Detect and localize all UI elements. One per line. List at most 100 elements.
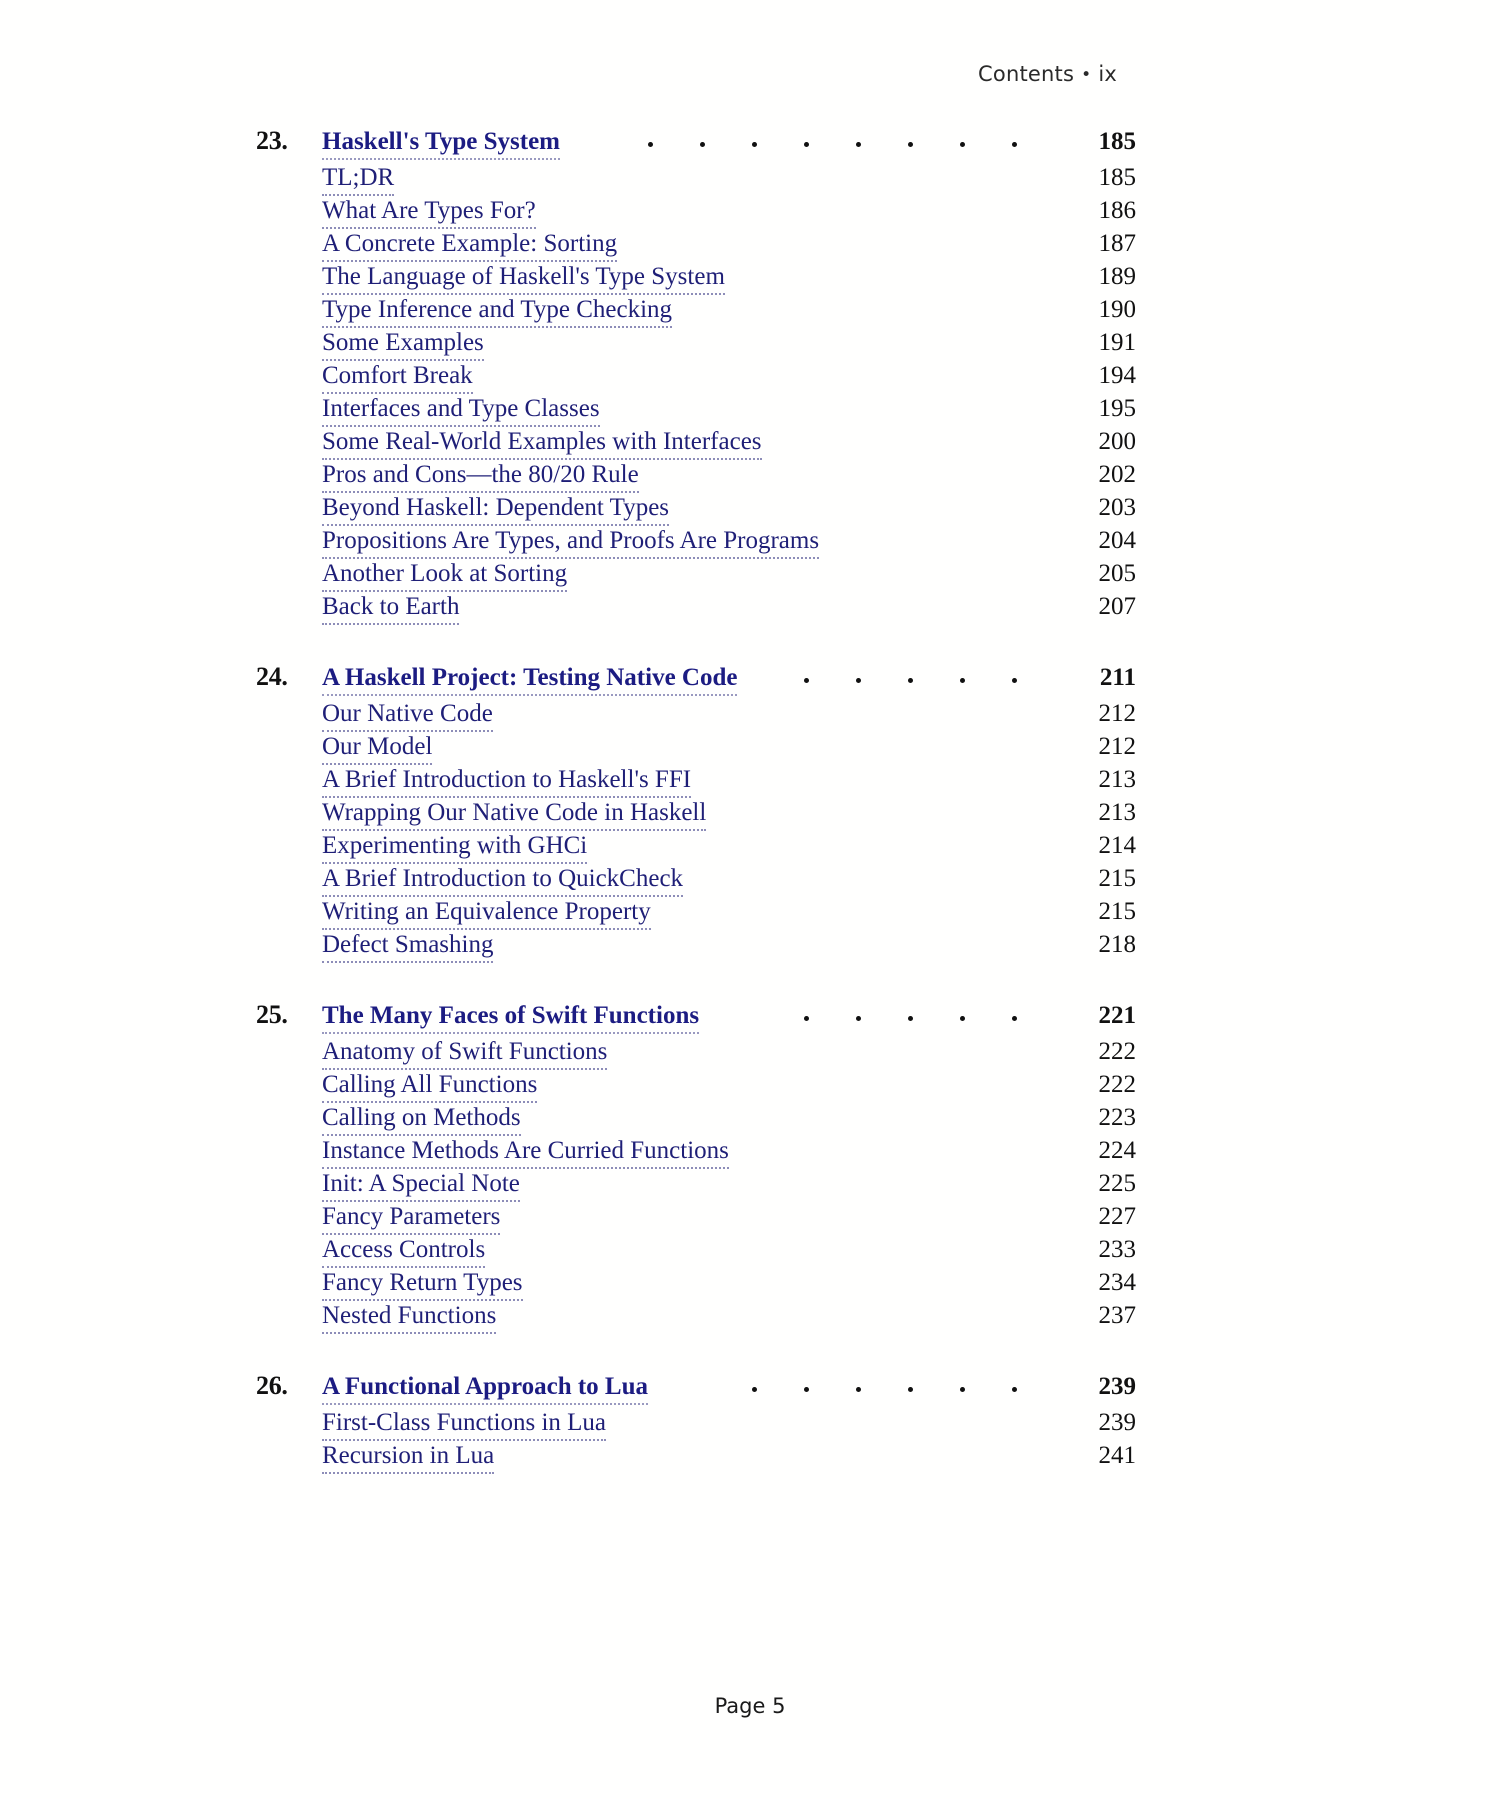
- toc-section-row[interactable]: Access Controls 233: [256, 1236, 1136, 1269]
- chapter-title-link[interactable]: Haskell's Type System: [322, 129, 560, 160]
- chapter-title-link[interactable]: The Many Faces of Swift Functions: [322, 1003, 700, 1034]
- section-title-link[interactable]: Calling All Functions: [322, 1072, 538, 1103]
- section-page-number: 215: [1098, 898, 1137, 925]
- chapter-number: 25.: [256, 1000, 288, 1029]
- section-page-number: 189: [1098, 263, 1137, 290]
- section-title-link[interactable]: Our Model: [322, 734, 433, 765]
- toc-section-row[interactable]: Init: A Special Note 225: [256, 1170, 1136, 1203]
- toc-section-row[interactable]: Another Look at Sorting 205: [256, 560, 1136, 593]
- section-page-number: 222: [1098, 1071, 1137, 1098]
- section-page-number: 185: [1098, 164, 1137, 191]
- toc-section-row[interactable]: First-Class Functions in Lua 239: [256, 1409, 1136, 1442]
- toc-section-row[interactable]: Type Inference and Type Checking 190: [256, 296, 1136, 329]
- section-title-link[interactable]: Fancy Parameters: [322, 1204, 501, 1235]
- toc-chapter-row[interactable]: 26. A Functional Approach to Lua 239: [256, 1371, 1136, 1409]
- toc-section-row[interactable]: A Concrete Example: Sorting 187: [256, 230, 1136, 263]
- section-title-link[interactable]: Access Controls: [322, 1237, 486, 1268]
- section-title-link[interactable]: Another Look at Sorting: [322, 561, 568, 592]
- section-title-link[interactable]: Fancy Return Types: [322, 1270, 523, 1301]
- section-title-link[interactable]: TL;DR: [322, 165, 395, 196]
- section-title-link[interactable]: A Brief Introduction to Haskell's FFI: [322, 767, 692, 798]
- section-title-link[interactable]: Type Inference and Type Checking: [322, 297, 673, 328]
- section-title-link[interactable]: First-Class Functions in Lua: [322, 1410, 607, 1441]
- chapter-title-link[interactable]: A Haskell Project: Testing Native Code: [322, 665, 738, 696]
- chapter-page-number: 185: [1098, 128, 1137, 155]
- section-page-number: 195: [1098, 395, 1137, 422]
- toc-section-row[interactable]: A Brief Introduction to QuickCheck 215: [256, 865, 1136, 898]
- toc-section-row[interactable]: Fancy Parameters 227: [256, 1203, 1136, 1236]
- section-title-link[interactable]: Propositions Are Types, and Proofs Are P…: [322, 528, 820, 559]
- section-page-number: 191: [1098, 329, 1137, 356]
- section-title-link[interactable]: Comfort Break: [322, 363, 473, 394]
- section-page-number: 241: [1098, 1442, 1137, 1469]
- toc-chapter-row[interactable]: 24. A Haskell Project: Testing Native Cod…: [256, 662, 1136, 700]
- section-title-link[interactable]: Recursion in Lua: [322, 1443, 495, 1474]
- section-title-link[interactable]: Writing an Equivalence Property: [322, 899, 651, 930]
- section-page-number: 237: [1098, 1302, 1137, 1329]
- footer-page-label: Page 5: [714, 1694, 786, 1718]
- toc-section-row[interactable]: Calling All Functions 222: [256, 1071, 1136, 1104]
- section-title-link[interactable]: Experimenting with GHCi: [322, 833, 588, 864]
- section-page-number: 212: [1098, 700, 1137, 727]
- section-title-link[interactable]: Instance Methods Are Curried Functions: [322, 1138, 729, 1169]
- toc-section-row[interactable]: Wrapping Our Native Code in Haskell 213: [256, 799, 1136, 832]
- section-page-number: 239: [1098, 1409, 1137, 1436]
- toc-section-row[interactable]: Pros and Cons—the 80/20 Rule 202: [256, 461, 1136, 494]
- toc-section-row[interactable]: Some Real-World Examples with Interfaces…: [256, 428, 1136, 461]
- section-title-link[interactable]: What Are Types For?: [322, 198, 536, 229]
- toc-section-row[interactable]: Beyond Haskell: Dependent Types 203: [256, 494, 1136, 527]
- chapter-title-link[interactable]: A Functional Approach to Lua: [322, 1374, 649, 1405]
- section-page-number: 186: [1098, 197, 1137, 224]
- toc-section-row[interactable]: Back to Earth 207: [256, 593, 1136, 626]
- section-title-link[interactable]: Defect Smashing: [322, 932, 494, 963]
- section-title-link[interactable]: Nested Functions: [322, 1303, 497, 1334]
- section-title-link[interactable]: Some Real-World Examples with Interfaces: [322, 429, 762, 460]
- toc-section-row[interactable]: Recursion in Lua 241: [256, 1442, 1136, 1475]
- toc-section-row[interactable]: TL;DR 185: [256, 164, 1136, 197]
- toc-section-row[interactable]: Experimenting with GHCi 214: [256, 832, 1136, 865]
- toc-section-row[interactable]: Instance Methods Are Curried Functions 22…: [256, 1137, 1136, 1170]
- section-page-number: 215: [1098, 865, 1137, 892]
- section-page-number: 234: [1098, 1269, 1137, 1296]
- leader-dot: [856, 678, 862, 683]
- toc-section-row[interactable]: The Language of Haskell's Type System 189: [256, 263, 1136, 296]
- toc-section-row[interactable]: Writing an Equivalence Property 215: [256, 898, 1136, 931]
- leader-dot: [752, 1387, 758, 1392]
- toc-section-row[interactable]: Fancy Return Types 234: [256, 1269, 1136, 1302]
- toc-section-row[interactable]: Interfaces and Type Classes 195: [256, 395, 1136, 428]
- section-title-link[interactable]: Pros and Cons—the 80/20 Rule: [322, 462, 639, 493]
- toc-section-row[interactable]: Anatomy of Swift Functions 222: [256, 1038, 1136, 1071]
- toc-section-row[interactable]: Defect Smashing 218: [256, 931, 1136, 964]
- section-title-link[interactable]: A Concrete Example: Sorting: [322, 231, 618, 262]
- section-title-link[interactable]: Calling on Methods: [322, 1105, 521, 1136]
- leader-dot: [804, 142, 809, 147]
- toc-section-row[interactable]: Nested Functions 237: [256, 1302, 1136, 1335]
- section-title-link[interactable]: Anatomy of Swift Functions: [322, 1039, 608, 1070]
- toc-section-row[interactable]: Calling on Methods 223: [256, 1104, 1136, 1137]
- toc-chapter-row[interactable]: 25. The Many Faces of Swift Functions 221: [256, 1000, 1136, 1038]
- toc-section-row[interactable]: Propositions Are Types, and Proofs Are P…: [256, 527, 1136, 560]
- running-head: Contents • ix: [978, 62, 1117, 86]
- leader-dot: [1012, 1387, 1018, 1392]
- section-title-link[interactable]: Init: A Special Note: [322, 1171, 520, 1202]
- toc-section-row[interactable]: A Brief Introduction to Haskell's FFI 213: [256, 766, 1136, 799]
- toc-section-row[interactable]: Some Examples 191: [256, 329, 1136, 362]
- toc-section-row[interactable]: Our Model 212: [256, 733, 1136, 766]
- section-title-link[interactable]: Back to Earth: [322, 594, 460, 625]
- section-title-link[interactable]: Interfaces and Type Classes: [322, 396, 600, 427]
- section-title-link[interactable]: Some Examples: [322, 330, 484, 361]
- toc-section-row[interactable]: Our Native Code 212: [256, 700, 1136, 733]
- section-title-link[interactable]: Wrapping Our Native Code in Haskell: [322, 800, 707, 831]
- section-page-number: 212: [1098, 733, 1137, 760]
- section-page-number: 213: [1098, 766, 1137, 793]
- toc-chapter-row[interactable]: 23. Haskell's Type System 185: [256, 126, 1136, 164]
- toc-section-row[interactable]: What Are Types For? 186: [256, 197, 1136, 230]
- section-title-link[interactable]: The Language of Haskell's Type System: [322, 264, 725, 295]
- section-title-link[interactable]: Our Native Code: [322, 701, 493, 732]
- toc-page: Contents • ix 23. Haskell's Type System 185 T…: [0, 0, 1500, 1799]
- section-title-link[interactable]: Beyond Haskell: Dependent Types: [322, 495, 670, 526]
- toc-section-row[interactable]: Comfort Break 194: [256, 362, 1136, 395]
- leader-dot: [960, 1387, 966, 1392]
- leader-dot: [908, 1016, 914, 1021]
- section-title-link[interactable]: A Brief Introduction to QuickCheck: [322, 866, 684, 897]
